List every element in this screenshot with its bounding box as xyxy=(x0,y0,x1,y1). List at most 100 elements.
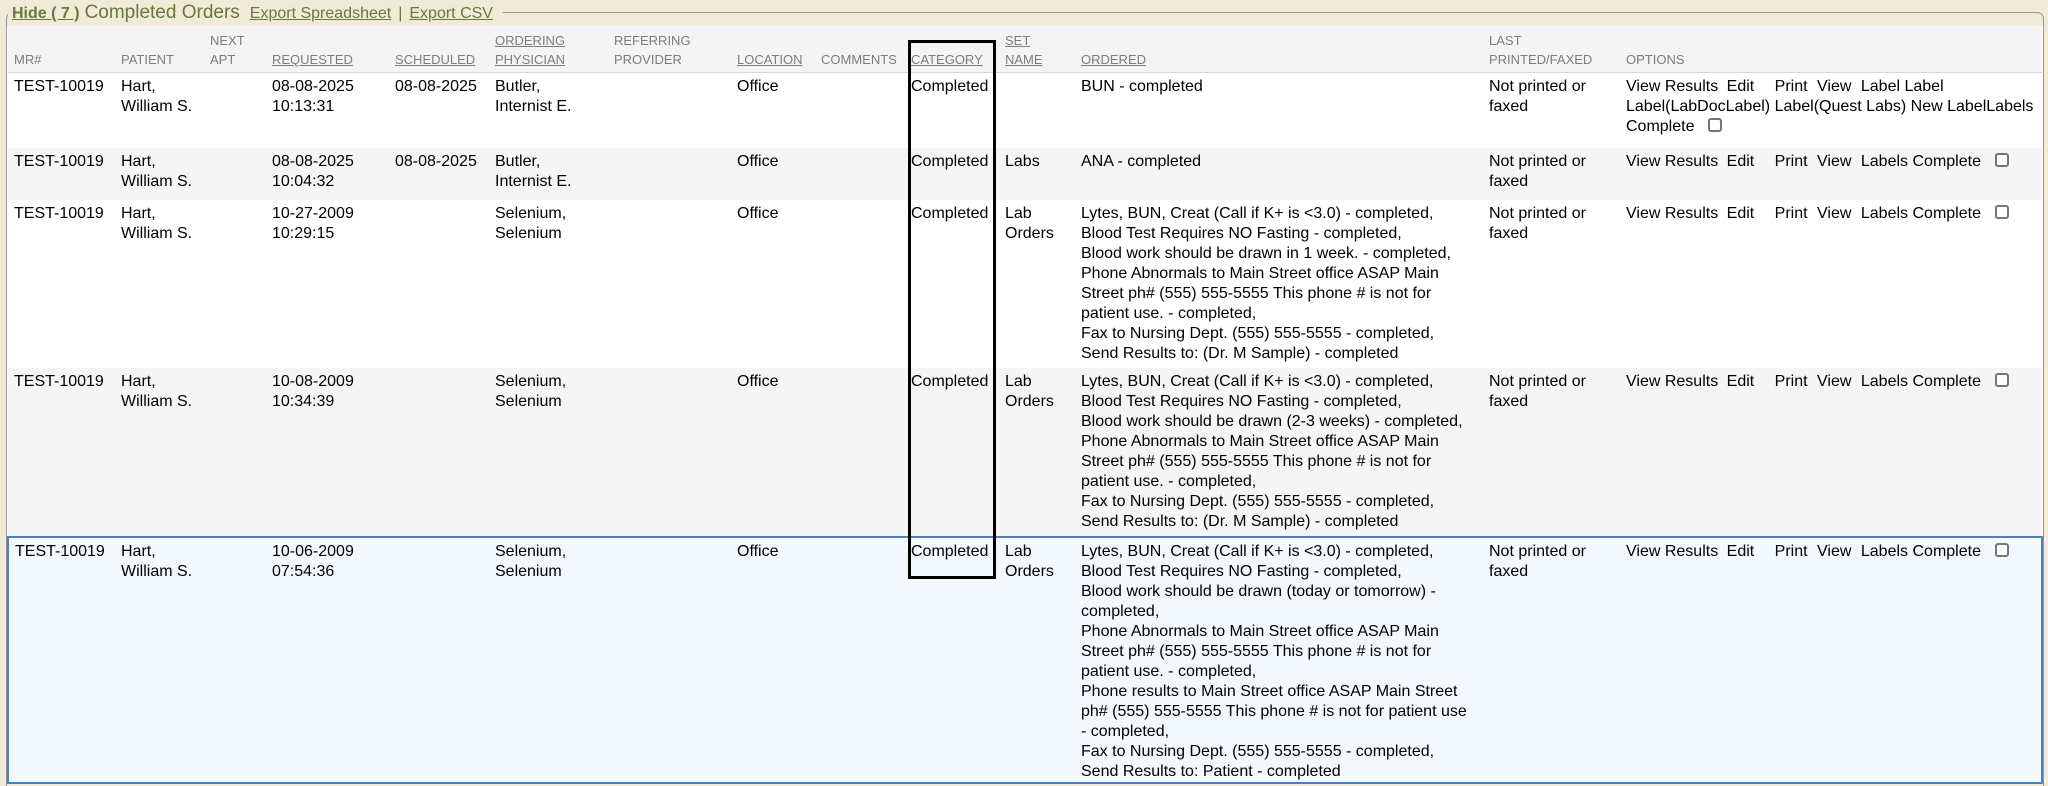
cell-location: Office xyxy=(731,537,815,783)
option-complete[interactable]: Complete xyxy=(1912,373,1980,390)
option-view[interactable]: View xyxy=(1817,205,1851,222)
cell-ordered: Lytes, BUN, Creat (Call if K+ is <3.0) -… xyxy=(1075,368,1483,537)
option-edit[interactable]: Edit xyxy=(1727,205,1755,222)
ordered-item: Send Results to: (Dr. M Sample) - comple… xyxy=(1081,512,1471,532)
option-print[interactable]: Print xyxy=(1775,78,1808,95)
option-print[interactable]: Print xyxy=(1775,543,1808,560)
option-view[interactable]: View xyxy=(1817,78,1851,95)
option-view-results[interactable]: View Results xyxy=(1626,153,1718,170)
column-header-mr: MR# xyxy=(8,26,115,73)
completed-orders-table: MR#PATIENTNEXTAPTREQUESTEDSCHEDULEDORDER… xyxy=(7,26,2043,784)
export-spreadsheet-link[interactable]: Export Spreadsheet xyxy=(250,5,391,22)
cell-category: Completed xyxy=(905,200,999,368)
cell-patient: Hart, William S. xyxy=(115,148,204,200)
option-edit[interactable]: Edit xyxy=(1727,153,1755,170)
cell-options: View Results Edit Print View Labels Comp… xyxy=(1620,148,2042,200)
cell-last_printed_faxed: Not printed or faxed xyxy=(1483,537,1620,783)
cell-mr: TEST-10019 xyxy=(8,73,115,148)
option-edit[interactable]: Edit xyxy=(1727,78,1755,95)
option-labels[interactable]: Labels xyxy=(1986,98,2033,115)
option-print[interactable]: Print xyxy=(1775,205,1808,222)
option-print[interactable]: Print xyxy=(1775,153,1808,170)
cell-next_apt xyxy=(204,368,266,537)
option-complete[interactable]: Complete xyxy=(1912,543,1980,560)
cell-scheduled xyxy=(389,537,489,783)
option-labels[interactable]: Labels xyxy=(1861,153,1908,170)
option-complete[interactable]: Complete xyxy=(1912,205,1980,222)
cell-scheduled xyxy=(389,200,489,368)
cell-patient: Hart, William S. xyxy=(115,537,204,783)
option-label[interactable]: Label xyxy=(1861,78,1900,95)
cell-comments xyxy=(815,537,905,783)
cell-requested: 10-27-2009 10:29:15 xyxy=(266,200,389,368)
option-complete[interactable]: Complete xyxy=(1626,118,1694,135)
option-print[interactable]: Print xyxy=(1775,373,1808,390)
option-complete[interactable]: Complete xyxy=(1912,153,1980,170)
complete-checkbox[interactable] xyxy=(1995,543,2009,557)
column-header-ordered[interactable]: ORDERED xyxy=(1075,26,1483,73)
column-header-patient: PATIENT xyxy=(115,26,204,73)
column-header-location[interactable]: LOCATION xyxy=(731,26,815,73)
table-row: TEST-10019Hart, William S.08-08-2025 10:… xyxy=(8,73,2042,148)
option-edit[interactable]: Edit xyxy=(1727,373,1755,390)
cell-options: View Results Edit Print View Labels Comp… xyxy=(1620,537,2042,783)
column-header-options: OPTIONS xyxy=(1620,26,2042,73)
cell-last_printed_faxed: Not printed or faxed xyxy=(1483,200,1620,368)
cell-ordering_physician: Butler, Internist E. xyxy=(489,73,608,148)
cell-mr: TEST-10019 xyxy=(8,537,115,783)
option-view-results[interactable]: View Results xyxy=(1626,373,1718,390)
cell-ordered: BUN - completed xyxy=(1075,73,1483,148)
cell-options: View Results Edit Print View Labels Comp… xyxy=(1620,200,2042,368)
table-row: TEST-10019Hart, William S. 10-27-2009 10:… xyxy=(8,200,2042,368)
column-header-scheduled[interactable]: SCHEDULED xyxy=(389,26,489,73)
option-edit[interactable]: Edit xyxy=(1727,543,1755,560)
cell-ordering_physician: Selenium, Selenium xyxy=(489,200,608,368)
option-view[interactable]: View xyxy=(1817,153,1851,170)
option-label-labdoclabel[interactable]: Label(LabDocLabel) xyxy=(1626,98,1770,115)
cell-patient: Hart, William S. xyxy=(115,73,204,148)
column-header-ordering_physician[interactable]: ORDERINGPHYSICIAN xyxy=(489,26,608,73)
cell-ordering_physician: Selenium, Selenium xyxy=(489,537,608,783)
cell-mr: TEST-10019 xyxy=(8,200,115,368)
cell-options: View Results Edit Print View Labels Comp… xyxy=(1620,368,2042,537)
complete-checkbox[interactable] xyxy=(1995,205,2009,219)
option-view-results[interactable]: View Results xyxy=(1626,78,1718,95)
cell-last_printed_faxed: Not printed or faxed xyxy=(1483,148,1620,200)
panel-title: Completed Orders xyxy=(85,2,240,23)
cell-patient: Hart, William S. xyxy=(115,200,204,368)
cell-scheduled: 08-08-2025 xyxy=(389,73,489,148)
option-view-results[interactable]: View Results xyxy=(1626,205,1718,222)
option-labels[interactable]: Labels xyxy=(1861,543,1908,560)
option-label-quest-labs[interactable]: Label(Quest Labs) xyxy=(1775,98,1907,115)
ordered-item: Phone Abnormals to Main Street office AS… xyxy=(1081,432,1471,492)
cell-comments xyxy=(815,200,905,368)
ordered-item: BUN - completed xyxy=(1081,77,1471,97)
export-csv-link[interactable]: Export CSV xyxy=(409,5,493,22)
option-new-label[interactable]: New Label xyxy=(1911,98,1987,115)
column-header-referring_provider: REFERRINGPROVIDER xyxy=(608,26,731,73)
complete-checkbox[interactable] xyxy=(1708,118,1722,132)
cell-patient: Hart, William S. xyxy=(115,368,204,537)
option-view[interactable]: View xyxy=(1817,373,1851,390)
ordered-item: Lytes, BUN, Creat (Call if K+ is <3.0) -… xyxy=(1081,542,1471,562)
complete-checkbox[interactable] xyxy=(1995,373,2009,387)
hide-link[interactable]: Hide ( 7 ) xyxy=(12,5,80,22)
cell-referring_provider xyxy=(608,200,731,368)
column-header-category[interactable]: CATEGORY xyxy=(905,26,999,73)
option-view[interactable]: View xyxy=(1817,543,1851,560)
cell-set_name: Labs xyxy=(999,148,1075,200)
ordered-item: Blood Test Requires NO Fasting - complet… xyxy=(1081,392,1471,412)
complete-checkbox[interactable] xyxy=(1995,153,2009,167)
column-header-last_printed_faxed: LASTPRINTED/FAXED xyxy=(1483,26,1620,73)
option-labels[interactable]: Labels xyxy=(1861,373,1908,390)
option-labels[interactable]: Labels xyxy=(1861,205,1908,222)
cell-set_name: Lab Orders xyxy=(999,368,1075,537)
option-view-results[interactable]: View Results xyxy=(1626,543,1718,560)
cell-requested: 10-06-2009 07:54:36 xyxy=(266,537,389,783)
ordered-item: Send Results to: (Dr. M Sample) - comple… xyxy=(1081,344,1471,364)
column-header-set_name[interactable]: SETNAME xyxy=(999,26,1075,73)
column-header-requested[interactable]: REQUESTED xyxy=(266,26,389,73)
option-label[interactable]: Label xyxy=(1904,78,1943,95)
ordered-item: Send Results to: Patient - completed xyxy=(1081,762,1471,782)
completed-orders-panel: MR#PATIENTNEXTAPTREQUESTEDSCHEDULEDORDER… xyxy=(6,12,2044,786)
